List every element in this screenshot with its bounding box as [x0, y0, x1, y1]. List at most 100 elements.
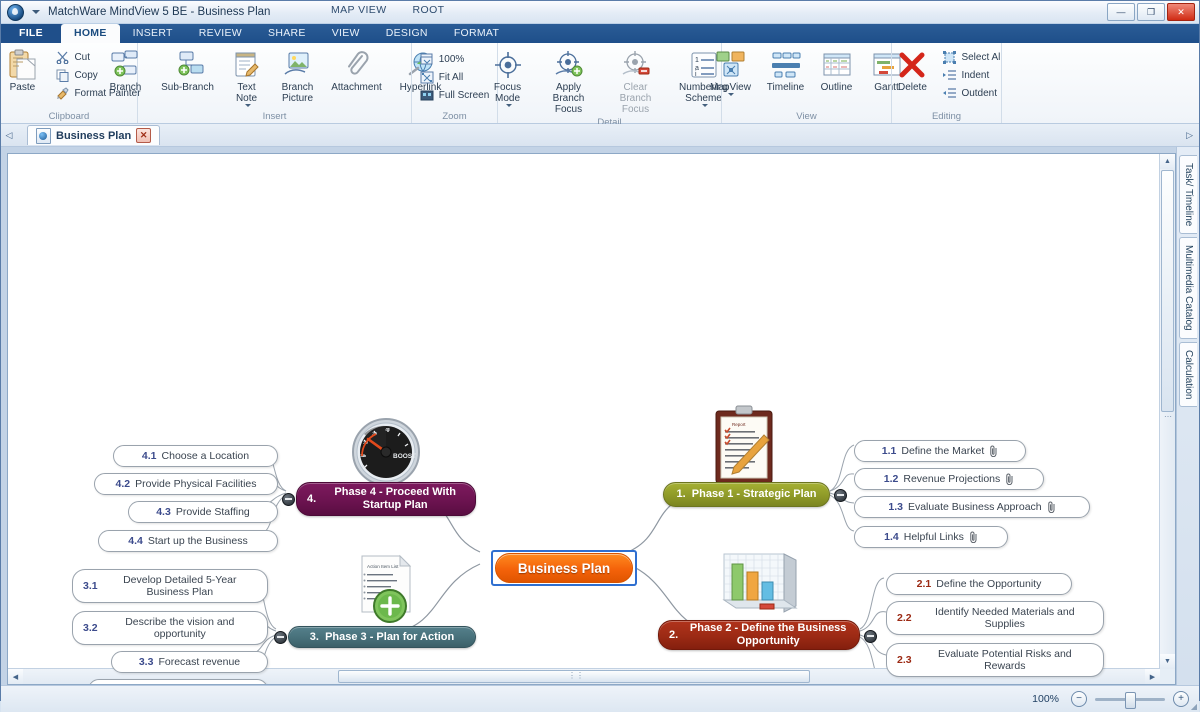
sub-branch-4-4[interactable]: 4.4Start up the Business	[98, 530, 278, 552]
focus-mode-button[interactable]: Focus Mode	[482, 47, 534, 108]
sub-branch-button[interactable]: Sub-Branch	[155, 47, 221, 94]
timeline-icon	[770, 48, 802, 82]
sub-branch-label: Sub-Branch	[161, 82, 214, 93]
sub-branch-3-1[interactable]: 3.1Develop Detailed 5-Year Business Plan	[72, 569, 268, 603]
ribbon-tab-view[interactable]: VIEW	[319, 24, 373, 43]
attachment-paperclip-icon[interactable]	[1048, 501, 1056, 513]
attachment-paperclip-icon[interactable]	[1006, 473, 1014, 485]
context-tab-map-view[interactable]: MAP VIEW	[331, 4, 387, 16]
ribbon-tab-file[interactable]: FILE	[1, 24, 61, 43]
root-node[interactable]: Business Plan	[491, 550, 637, 586]
sub-branch-1-1[interactable]: 1.1Define the Market	[854, 440, 1026, 462]
branch-image-action-item-list[interactable]: Action Item List	[356, 554, 418, 626]
ribbon-tab-review[interactable]: REVIEW	[186, 24, 255, 43]
ribbon-tab-format[interactable]: FORMAT	[441, 24, 512, 43]
ribbon-tab-home[interactable]: HOME	[61, 24, 120, 43]
apply-branch-focus-button[interactable]: Apply Branch Focus	[536, 47, 602, 116]
sub-branch-4-3[interactable]: 4.3Provide Staffing	[128, 501, 278, 523]
ribbon-tab-insert[interactable]: INSERT	[120, 24, 186, 43]
collapse-toggle-phase-1[interactable]	[834, 489, 847, 502]
document-tab-business-plan[interactable]: Business Plan ✕	[27, 125, 160, 145]
mapview-icon	[715, 48, 747, 82]
side-tab-task-timeline[interactable]: Task/ Timeline	[1179, 155, 1197, 234]
sub-branch-1-3[interactable]: 1.3Evaluate Business Approach	[854, 496, 1090, 518]
zoom-out-button[interactable]: −	[1071, 691, 1087, 707]
sub-branch-1-2[interactable]: 1.2Revenue Projections	[854, 468, 1044, 490]
document-tab-close-icon[interactable]: ✕	[136, 128, 151, 143]
sub-branch-3-2[interactable]: 3.2Describe the vision and opportunity	[72, 611, 268, 645]
sub-branch-2-2[interactable]: 2.2Identify Needed Materials and Supplie…	[886, 601, 1104, 635]
attachment-button[interactable]: Attachment	[325, 47, 389, 94]
zoom-slider-thumb[interactable]	[1125, 692, 1136, 709]
scroll-down-icon[interactable]: ▼	[1160, 654, 1175, 669]
ribbon-group-view: MapView Timeline	[721, 43, 891, 123]
side-tab-calculation[interactable]: Calculation	[1179, 342, 1197, 407]
branch-image-bar-chart[interactable]	[720, 550, 800, 622]
attachment-paperclip-icon[interactable]	[970, 531, 978, 543]
branch-phase-3[interactable]: 3. Phase 3 - Plan for Action	[288, 626, 476, 648]
attachment-icon	[343, 48, 371, 82]
branch-phase-2[interactable]: 2. Phase 2 - Define the Business Opportu…	[658, 620, 860, 650]
paste-button[interactable]: Paste	[0, 47, 50, 94]
sub-branch-4-2[interactable]: 4.2Provide Physical Facilities	[94, 473, 278, 495]
close-button[interactable]: ✕	[1167, 3, 1195, 21]
svg-text:Action Item List: Action Item List	[367, 564, 399, 569]
indent-button[interactable]: Indent	[939, 67, 1005, 83]
delete-button[interactable]: Delete	[887, 47, 937, 94]
attachment-paperclip-icon[interactable]	[990, 445, 998, 457]
qat-dropdown-icon[interactable]	[32, 10, 40, 14]
text-note-caret-icon[interactable]	[245, 104, 251, 107]
text-note-icon	[233, 48, 261, 82]
resize-grip-icon[interactable]: ◢	[1191, 702, 1197, 711]
focus-mode-caret-icon[interactable]	[506, 104, 512, 107]
branch-picture-button[interactable]: Branch Picture	[273, 47, 323, 105]
scrollbar-corner	[1160, 669, 1175, 684]
zoom-slider[interactable]	[1095, 698, 1165, 701]
collapse-toggle-phase-3[interactable]	[274, 631, 287, 644]
ribbon-tab-design[interactable]: DESIGN	[373, 24, 441, 43]
outline-button[interactable]: Outline	[813, 47, 861, 94]
branch-button[interactable]: Branch	[99, 47, 153, 94]
sub-branch-2-1-number: 2.1	[917, 578, 932, 590]
side-panel-tab-strip: Task/ Timeline Multimedia Catalog Calcul…	[1176, 147, 1199, 685]
sub-branch-4-1[interactable]: 4.1Choose a Location	[113, 445, 278, 467]
timeline-button[interactable]: Timeline	[761, 47, 811, 94]
text-note-button[interactable]: Text Note	[223, 47, 271, 108]
doc-tab-next-button[interactable]: ▷	[1186, 130, 1193, 141]
outdent-button[interactable]: Outdent	[939, 85, 1005, 101]
scroll-up-icon[interactable]: ▲	[1160, 154, 1175, 169]
sub-branch-2-2-label: Identify Needed Materials and Supplies	[917, 606, 1093, 630]
map-canvas-container[interactable]: Business Plan Report	[7, 153, 1176, 685]
doc-tab-prev-button[interactable]: ◁	[1, 130, 17, 141]
sub-branch-2-1[interactable]: 2.1Define the Opportunity	[886, 573, 1072, 595]
zoom-in-button[interactable]: +	[1173, 691, 1189, 707]
sub-branch-2-3[interactable]: 2.3Evaluate Potential Risks and Rewards	[886, 643, 1104, 677]
context-tab-root[interactable]: ROOT	[413, 4, 445, 16]
branch-image-clipboard-checklist[interactable]: Report	[710, 405, 780, 485]
minimize-button[interactable]: —	[1107, 3, 1135, 21]
ribbon-group-editing: Delete Select All	[891, 43, 1001, 123]
mapview-caret-icon[interactable]	[728, 93, 734, 96]
mind-map-canvas[interactable]: Business Plan Report	[8, 154, 1175, 684]
clear-branch-focus-button[interactable]: Clear Branch Focus	[604, 47, 668, 116]
branch-phase-2-number: 2.	[669, 629, 678, 642]
scroll-left-icon[interactable]: ◀	[8, 669, 23, 684]
select-all-button[interactable]: Select All	[939, 49, 1005, 65]
editing-small-commands: Select All Indent	[939, 47, 1005, 101]
sub-branch-1-4[interactable]: 1.4Helpful Links	[854, 526, 1008, 548]
collapse-toggle-phase-2[interactable]	[864, 630, 877, 643]
canvas-vertical-scrollbar[interactable]: ▲ ⋯ ▼	[1159, 154, 1175, 669]
ribbon-tab-share[interactable]: SHARE	[255, 24, 319, 43]
collapse-toggle-phase-4[interactable]	[282, 493, 295, 506]
mapview-button[interactable]: MapView	[703, 47, 759, 97]
branch-image-speedometer-gauge[interactable]: 01020 3040 BOOST	[348, 416, 424, 488]
app-logo-icon[interactable]	[7, 4, 24, 21]
sub-branch-3-3[interactable]: 3.3Forecast revenue	[111, 651, 268, 673]
vertical-scroll-thumb[interactable]	[1161, 170, 1174, 412]
branch-phase-1[interactable]: 1. Phase 1 - Strategic Plan	[663, 482, 830, 507]
branch-phase-4[interactable]: 4. Phase 4 - Proceed With Startup Plan	[296, 482, 476, 516]
side-tab-multimedia-catalog[interactable]: Multimedia Catalog	[1179, 237, 1197, 339]
maximize-button[interactable]: ❐	[1137, 3, 1165, 21]
quick-access-toolbar[interactable]	[32, 10, 40, 14]
scroll-right-icon[interactable]: ▶	[1145, 669, 1160, 684]
